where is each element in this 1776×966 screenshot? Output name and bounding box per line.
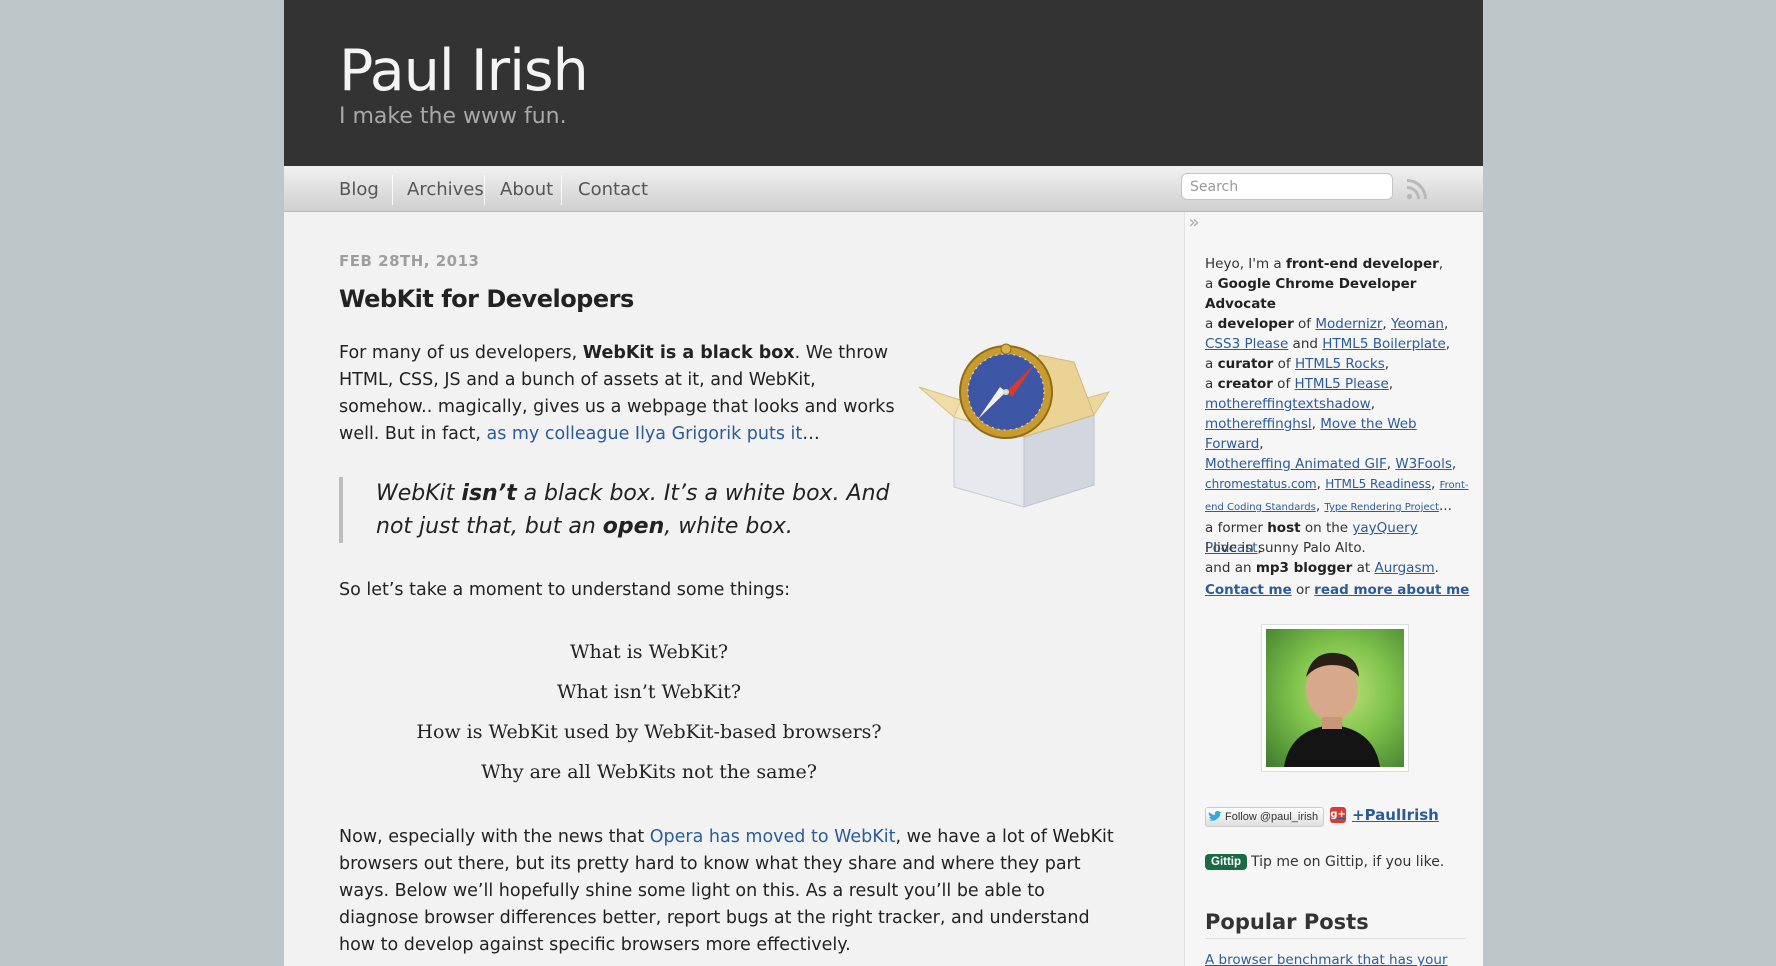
hsl-link[interactable]: mothereffinghsl	[1205, 416, 1312, 432]
post-title[interactable]: WebKit for Developers	[339, 285, 634, 313]
type-rendering-link[interactable]: Type Rendering Project	[1324, 502, 1439, 513]
avatar-photo	[1266, 629, 1404, 767]
nav-blog[interactable]: Blog	[339, 178, 379, 202]
question-item: What is WebKit?	[569, 641, 729, 663]
bold-text: WebKit is a black box	[582, 343, 795, 363]
sidebar-bio: Heyo, I'm a front-end developer, a Googl…	[1205, 256, 1469, 576]
avatar	[1261, 624, 1409, 772]
site-title[interactable]: Paul Irish	[339, 38, 589, 104]
opera-webkit-link[interactable]: Opera has moved to WebKit	[650, 827, 896, 847]
twitter-follow-button[interactable]: Follow @paul_irish	[1205, 807, 1325, 827]
sidebar-collapse-icon[interactable]: »	[1186, 212, 1202, 234]
intro-paragraph: For many of us developers, WebKit is a b…	[339, 340, 909, 448]
popular-post-link[interactable]: A browser benchmark that has your back:	[1205, 952, 1483, 966]
text: and an	[1205, 560, 1256, 576]
question-item: What isn’t WebKit?	[556, 681, 742, 703]
animated-gif-link[interactable]: Mothereffing Animated GIF	[1205, 456, 1387, 472]
text: ,	[1438, 256, 1444, 272]
bold-text: isn’t	[461, 481, 517, 506]
html5rocks-link[interactable]: HTML5 Rocks	[1295, 356, 1385, 372]
text: a	[1205, 316, 1218, 332]
gplus-link[interactable]: g+ +PaulIrish	[1330, 806, 1439, 824]
html5-readiness-link[interactable]: HTML5 Readiness	[1325, 477, 1431, 491]
gplus-label: +PaulIrish	[1352, 806, 1439, 824]
blockquote: WebKit isn’t a black box. It’s a white b…	[339, 477, 919, 543]
question-list: What is WebKit? What isn’t WebKit? How i…	[339, 632, 959, 792]
gittip-text: Tip me on Gittip, if you like.	[1251, 854, 1445, 870]
safari-box-image	[918, 343, 1111, 508]
paragraph: So let’s take a moment to understand som…	[339, 580, 790, 600]
text: a	[1205, 276, 1218, 292]
twitter-label: Follow @paul_irish	[1225, 811, 1319, 823]
modernizr-link[interactable]: Modernizr	[1315, 316, 1382, 332]
ilya-quote-link[interactable]: as my colleague Ilya Grigorik puts it	[486, 424, 802, 444]
bold-text: creator	[1217, 376, 1273, 392]
question-item: How is WebKit used by WebKit-based brows…	[416, 721, 882, 743]
gplus-icon: g+	[1330, 807, 1346, 823]
text: , white box.	[664, 514, 793, 539]
question-item: Why are all WebKits not the same?	[481, 761, 817, 783]
nav-archives[interactable]: Archives	[407, 178, 484, 202]
bold-text: open	[602, 514, 665, 539]
navbar: Blog Archives About Contact	[284, 166, 1483, 212]
bold-text: developer	[1217, 316, 1294, 332]
text: Heyo, I'm a	[1205, 256, 1286, 272]
text: For many of us developers,	[339, 343, 583, 363]
text: at	[1352, 560, 1375, 576]
nav-contact[interactable]: Contact	[578, 178, 648, 202]
text: of	[1293, 316, 1316, 332]
location-text: I live in sunny Palo Alto.	[1205, 540, 1366, 556]
gittip-button[interactable]: Gittip	[1205, 854, 1248, 870]
text: Now, especially with the news that	[339, 827, 650, 847]
yeoman-link[interactable]: Yeoman	[1391, 316, 1444, 332]
h5bp-link[interactable]: HTML5 Boilerplate	[1322, 336, 1446, 352]
text: of	[1273, 356, 1295, 372]
paragraph: Now, especially with the news that Opera…	[339, 824, 1129, 959]
post-date: FEB 28TH, 2013	[339, 252, 480, 270]
css3please-link[interactable]: CSS3 Please	[1205, 336, 1288, 352]
text: ...	[1439, 498, 1452, 514]
post-content: FEB 28TH, 2013 WebKit for Developers For…	[284, 212, 1184, 966]
text: a former	[1205, 520, 1268, 536]
text: …	[802, 424, 820, 444]
textshadow-link[interactable]: mothereffingtextshadow	[1205, 396, 1371, 412]
sidebar: Heyo, I'm a front-end developer, a Googl…	[1184, 212, 1483, 966]
bold-text: front-end developer	[1286, 256, 1439, 272]
text: and	[1288, 336, 1323, 352]
person-icon	[1284, 652, 1380, 767]
w3fools-link[interactable]: W3Fools	[1395, 456, 1452, 472]
nav-about[interactable]: About	[500, 178, 553, 202]
chromestatus-link[interactable]: chromestatus.com	[1205, 477, 1317, 491]
html5please-link[interactable]: HTML5 Please	[1295, 376, 1389, 392]
nav-divider	[392, 175, 393, 205]
gittip-row: Gittip Tip me on Gittip, if you like.	[1205, 854, 1444, 870]
text: or	[1291, 582, 1315, 598]
site-header: Paul Irish I make the www fun.	[284, 0, 1483, 166]
search-input[interactable]	[1181, 173, 1393, 200]
bold-text: mp3 blogger	[1255, 560, 1353, 576]
text: a	[1205, 376, 1218, 392]
text: a	[1205, 356, 1218, 372]
site-tagline: I make the www fun.	[339, 104, 567, 129]
contact-me-link[interactable]: Contact me	[1205, 582, 1292, 598]
nav-divider	[561, 175, 562, 205]
about-me-link[interactable]: read more about me	[1314, 582, 1469, 598]
aurgasm-link[interactable]: Aurgasm	[1375, 560, 1435, 576]
rss-icon[interactable]	[1405, 177, 1429, 201]
twitter-bird-icon	[1208, 811, 1222, 821]
popular-posts-heading: Popular Posts	[1205, 910, 1465, 939]
nav-divider	[484, 175, 485, 205]
text: on the	[1300, 520, 1353, 536]
bold-text: host	[1267, 520, 1301, 536]
text: of	[1272, 376, 1295, 392]
text: WebKit	[376, 481, 462, 506]
sidebar-contact: Contact me or read more about me	[1205, 582, 1469, 598]
bold-text: curator	[1217, 356, 1274, 372]
page: Paul Irish I make the www fun. Blog Arch…	[284, 0, 1483, 966]
bold-text: Google Chrome Developer Advocate	[1205, 276, 1417, 312]
